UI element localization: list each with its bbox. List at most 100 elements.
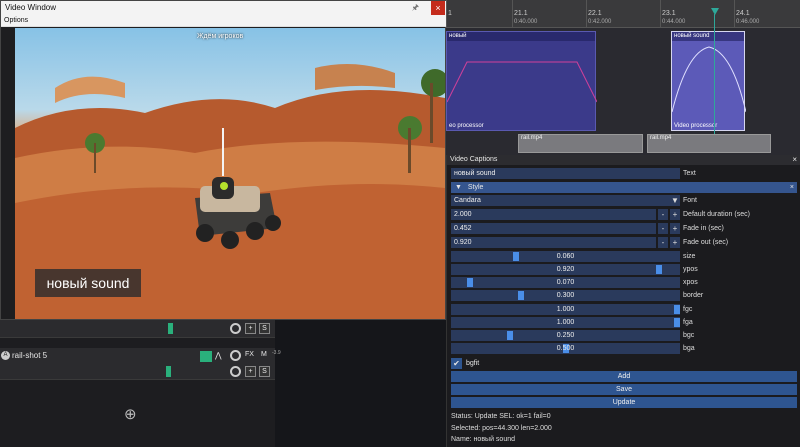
add-button[interactable]: + (245, 323, 256, 334)
timeline-ruler[interactable]: 1 21.1 0:40.000 22.1 0:42.000 23.1 0:44.… (446, 0, 800, 28)
pan-knob[interactable] (230, 366, 241, 377)
numeric-row: 0.920 - + Fade out (sec) (451, 237, 797, 248)
fader-handle[interactable] (166, 366, 171, 377)
decrement-button[interactable]: - (658, 237, 668, 248)
playhead-line (714, 14, 715, 134)
add-button[interactable]: Add (451, 371, 797, 382)
slider-label: fgc (683, 306, 693, 313)
style-section-header[interactable]: ▼ Style × (451, 182, 797, 193)
caption-text-input[interactable]: новый sound (451, 168, 680, 179)
mute-button[interactable]: M (261, 351, 267, 358)
slider-row: 1.000 fga (451, 317, 797, 328)
ruler-label: 22.1 (588, 10, 602, 17)
slider-value: 0.300 (556, 292, 575, 299)
slider-row: 0.300 border (451, 290, 797, 301)
ypos-slider[interactable]: 0.920 (451, 264, 680, 275)
close-icon[interactable]: × (790, 182, 794, 193)
solo-button[interactable]: S (259, 323, 270, 334)
ruler-time: 0:44.000 (662, 19, 686, 25)
numeric-label: Fade out (sec) (683, 239, 729, 246)
numeric-label: Default duration (sec) (683, 211, 750, 218)
close-icon[interactable]: × (792, 155, 797, 165)
envelope-icon[interactable]: ⋀ (215, 351, 222, 360)
update-button[interactable]: Update (451, 397, 797, 408)
ruler-label: 24.1 (736, 10, 750, 17)
ruler-time: 0:40.000 (514, 19, 538, 25)
slider-value: 0.500 (556, 345, 575, 352)
slider-row: 0.070 xpos (451, 277, 797, 288)
fx-button[interactable]: FX (245, 351, 254, 358)
decrement-button[interactable]: - (658, 209, 668, 220)
xpos-slider[interactable]: 0.070 (451, 277, 680, 288)
default-duration-input[interactable]: 2.000 (451, 209, 656, 220)
video-window-title: Video Window (1, 1, 447, 15)
name-line: Name: новый sound (451, 436, 515, 443)
numeric-row: 2.000 - + Default duration (sec) (451, 209, 797, 220)
solo-button[interactable]: S (259, 366, 270, 377)
ruler-time: 0:46.000 (736, 19, 760, 25)
pan-knob[interactable] (230, 350, 241, 361)
slider-label: bga (683, 345, 695, 352)
clip-title: новый (447, 32, 595, 41)
slider-label: bgc (683, 332, 695, 339)
increment-button[interactable]: + (670, 237, 680, 248)
slider-row: 0.500 bga (451, 343, 797, 354)
caption-preview: новый sound (35, 269, 141, 297)
options-menu[interactable]: Options (1, 15, 447, 27)
pan-knob[interactable] (230, 323, 241, 334)
add-button[interactable]: + (245, 366, 256, 377)
increment-button[interactable]: + (670, 209, 680, 220)
size-slider[interactable]: 0.060 (451, 251, 680, 262)
close-icon[interactable]: × (431, 1, 445, 15)
track-letter-badge: A (1, 351, 10, 360)
fgc-slider[interactable]: 1.000 (451, 304, 680, 315)
bgc-slider[interactable]: 0.250 (451, 330, 680, 341)
fade-out-input[interactable]: 0.920 (451, 237, 656, 248)
timeline[interactable]: 1 21.1 0:40.000 22.1 0:42.000 23.1 0:44.… (446, 0, 800, 155)
clip-footer: Video processor (674, 123, 718, 129)
slider-label: ypos (683, 266, 698, 273)
meter-readout: -3.9 (272, 350, 281, 356)
slider-row: 0.250 bgc (451, 330, 797, 341)
font-row: Candara ▼ Font (451, 195, 797, 206)
add-track-icon[interactable]: ⊕ (124, 405, 137, 423)
caption-clip-selected[interactable]: новый sound Video processor (671, 31, 746, 131)
fade-envelope (672, 46, 746, 113)
caption-clip[interactable]: новый eo processor (446, 31, 597, 131)
meter-icon (200, 351, 212, 362)
slider-row: 1.000 fgc (451, 304, 797, 315)
style-label: Style (467, 184, 484, 191)
decrement-button[interactable]: - (658, 223, 668, 234)
video-preview: Ждём игроков новый sound (15, 28, 445, 319)
track-name[interactable]: rail-shot 5 (12, 351, 47, 360)
video-clip[interactable]: rail.mp4 (647, 134, 771, 153)
ruler-time: 0:42.000 (588, 19, 612, 25)
slider-row: 0.060 size (451, 251, 797, 262)
fade-in-input[interactable]: 0.452 (451, 223, 656, 234)
pin-icon[interactable]: 🖈 (412, 2, 419, 16)
bgfit-checkbox[interactable]: ✔ (451, 358, 462, 369)
slider-label: size (683, 253, 696, 260)
border-slider[interactable]: 0.300 (451, 290, 680, 301)
fader-handle[interactable] (168, 323, 173, 334)
clip-title: новый sound (672, 32, 744, 41)
video-clip[interactable]: rail.mp4 (518, 134, 643, 153)
collapse-icon: ▼ (455, 184, 462, 191)
save-button[interactable]: Save (451, 384, 797, 395)
dropdown-icon[interactable]: ▼ (670, 195, 680, 206)
increment-button[interactable]: + (670, 223, 680, 234)
slider-value: 0.070 (556, 279, 575, 286)
track-row[interactable]: + S (0, 320, 275, 338)
bga-slider[interactable]: 0.500 (451, 343, 680, 354)
track-row[interactable]: A rail-shot 5 ⋀ FX M + S (0, 348, 275, 380)
slider-value: 0.060 (556, 253, 575, 260)
bgfit-label: bgfit (466, 360, 480, 367)
text-label: Text (683, 170, 696, 177)
ruler-label: 1 (448, 10, 452, 17)
playhead[interactable] (711, 8, 719, 15)
video-window: Video Window 🖈 × Options Ждём игроков но… (0, 0, 447, 320)
fga-slider[interactable]: 1.000 (451, 317, 680, 328)
ruler-label: 23.1 (662, 10, 676, 17)
slider-label: border (683, 292, 704, 299)
font-select[interactable]: Candara (451, 195, 671, 206)
